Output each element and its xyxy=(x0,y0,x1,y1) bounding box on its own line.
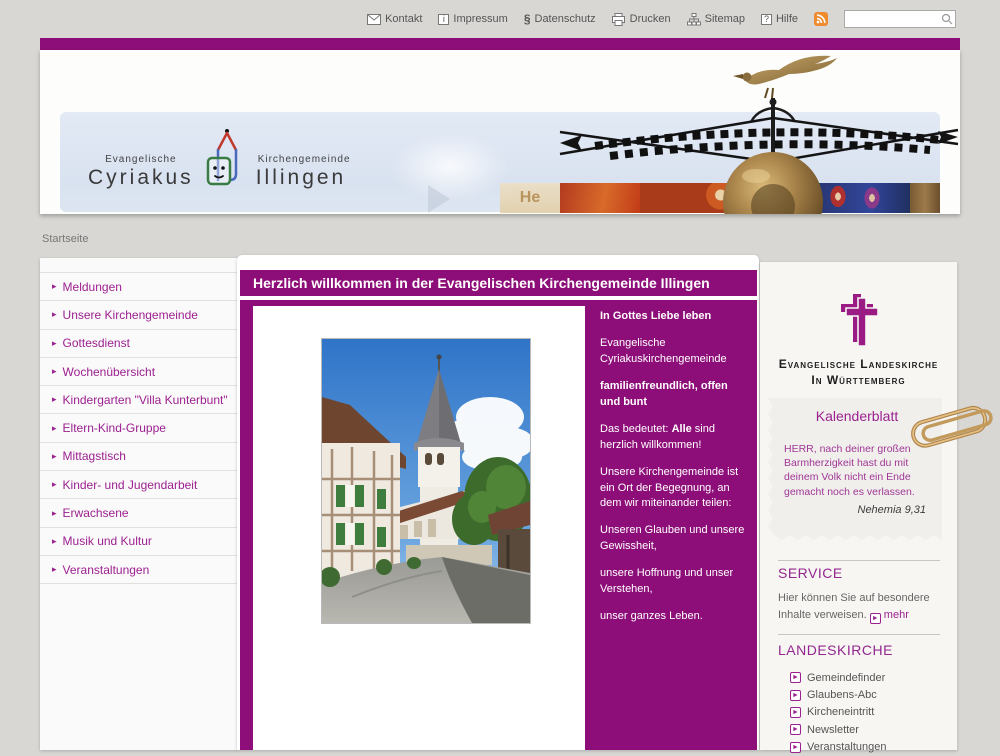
landeskirche-links: ►Gemeindefinder ►Glaubens-Abc ►Kirchenei… xyxy=(790,669,887,756)
play-icon: ► xyxy=(790,742,801,753)
logo-line-evangelische: Evangelische xyxy=(88,154,194,166)
triangle-bullet-icon: ▸ xyxy=(52,508,57,519)
rss-icon[interactable] xyxy=(814,12,828,26)
divider xyxy=(778,634,940,635)
welcome-text: In Gottes Liebe leben Evangelische Cyria… xyxy=(600,309,750,636)
landeskirche-logo[interactable]: Evangelische Landeskirche In Württemberg xyxy=(760,290,957,388)
logo-place-illingen: Illingen xyxy=(256,166,351,190)
welcome-p2: familienfreundlich, offen und bunt xyxy=(600,379,750,411)
main-content-card: Herzlich willkommen in der Evangelischen… xyxy=(237,255,759,750)
search-input[interactable] xyxy=(844,10,956,28)
sidebar-item-wochenuebersicht[interactable]: ▸Wochenübersicht xyxy=(40,358,238,386)
collage-chevron xyxy=(428,185,450,213)
left-sidebar: ▸Meldungen ▸Unsere Kirchengemeinde ▸Gott… xyxy=(40,258,238,750)
main-menu: ▸Meldungen ▸Unsere Kirchengemeinde ▸Gott… xyxy=(40,272,238,584)
sidebar-item-musik-und-kultur[interactable]: ▸Musik und Kultur xyxy=(40,528,238,556)
welcome-p7: unser ganzes Leben. xyxy=(600,609,750,625)
triangle-bullet-icon: ▸ xyxy=(52,309,57,320)
landeskirche-name: Evangelische Landeskirche In Württemberg xyxy=(760,357,957,388)
page-title: Herzlich willkommen in der Evangelischen… xyxy=(240,270,757,296)
datenschutz-label: Datenschutz xyxy=(535,13,596,25)
triangle-bullet-icon: ▸ xyxy=(52,281,57,292)
sidebar-item-gottesdienst[interactable]: ▸Gottesdienst xyxy=(40,330,238,358)
play-icon: ► xyxy=(790,690,801,701)
triangle-bullet-icon: ▸ xyxy=(52,423,57,434)
top-utility-bar: Kontakt i Impressum § Datenschutz Drucke… xyxy=(0,0,1000,38)
welcome-p4: Unsere Kirchengemeinde ist ein Ort der B… xyxy=(600,465,750,513)
welcome-p5: Unseren Glauben und unsere Gewissheit, xyxy=(600,523,750,555)
play-icon: ► xyxy=(790,707,801,718)
sidebar-item-eltern-kind-gruppe[interactable]: ▸Eltern-Kind-Gruppe xyxy=(40,414,238,442)
kalenderblatt-reference: Nehemia 9,31 xyxy=(784,504,930,516)
info-icon: i xyxy=(438,14,449,25)
header-accent-bar xyxy=(40,38,960,50)
photo-panel xyxy=(253,306,585,750)
service-title: SERVICE xyxy=(778,565,843,581)
paragraph-icon: § xyxy=(524,12,531,26)
sidebar-item-erwachsene[interactable]: ▸Erwachsene xyxy=(40,499,238,527)
sidebar-item-veranstaltungen[interactable]: ▸Veranstaltungen xyxy=(40,556,238,584)
link-gemeindefinder[interactable]: ►Gemeindefinder xyxy=(790,669,887,686)
sidebar-item-kindergarten[interactable]: ▸Kindergarten "Villa Kunterbunt" xyxy=(40,386,238,414)
kontakt-link[interactable]: Kontakt xyxy=(367,13,422,26)
link-glaubens-abc[interactable]: ►Glaubens-Abc xyxy=(790,686,887,703)
right-sidebar: Evangelische Landeskirche In Württemberg… xyxy=(760,262,957,750)
play-icon: ► xyxy=(790,672,801,683)
triangle-bullet-icon: ▸ xyxy=(52,536,57,547)
header-banner: He xyxy=(40,50,960,214)
triangle-bullet-icon: ▸ xyxy=(52,451,57,462)
triangle-bullet-icon: ▸ xyxy=(52,394,57,405)
service-mehr-link[interactable]: mehr xyxy=(884,609,909,621)
divider xyxy=(778,560,940,561)
play-icon: ► xyxy=(790,724,801,735)
triangle-bullet-icon: ▸ xyxy=(52,338,57,349)
logo-line-kirchengemeinde: Kirchengemeinde xyxy=(258,154,351,166)
sitemap-label: Sitemap xyxy=(705,13,745,25)
service-text: Hier können Sie auf besondere Inhalte ve… xyxy=(778,590,940,624)
sidebar-item-meldungen[interactable]: ▸Meldungen xyxy=(40,273,238,301)
landeskirche-cross-icon xyxy=(837,290,881,346)
sidebar-item-unsere-kirchengemeinde[interactable]: ▸Unsere Kirchengemeinde xyxy=(40,301,238,329)
church-drawing-icon xyxy=(206,128,244,190)
welcome-p1: Evangelische Cyriakuskirchengemeinde xyxy=(600,336,750,368)
drucken-link[interactable]: Drucken xyxy=(612,13,671,26)
sidebar-item-mittagstisch[interactable]: ▸Mittagstisch xyxy=(40,443,238,471)
sidebar-item-kinder-und-jugendarbeit[interactable]: ▸Kinder- und Jugendarbeit xyxy=(40,471,238,499)
link-veranstaltungen[interactable]: ►Veranstaltungen xyxy=(790,739,887,756)
hilfe-label: Hilfe xyxy=(776,13,798,25)
sitemap-link[interactable]: Sitemap xyxy=(687,13,745,26)
triangle-bullet-icon: ▸ xyxy=(52,564,57,575)
weathervane-image xyxy=(540,50,960,214)
envelope-icon xyxy=(367,13,381,26)
welcome-p3: Das bedeutet: Alle sind herzlich willkom… xyxy=(600,422,750,454)
datenschutz-link[interactable]: § Datenschutz xyxy=(524,12,596,26)
welcome-p6: unsere Hoffnung und unser Verstehen, xyxy=(600,566,750,598)
play-icon: ► xyxy=(870,613,881,624)
triangle-bullet-icon: ▸ xyxy=(52,479,57,490)
church-photo xyxy=(321,338,531,624)
search-box xyxy=(844,10,956,28)
printer-icon xyxy=(612,13,626,26)
paperclip-icon xyxy=(906,400,998,452)
parish-logo: Evangelische Cyriakus Kirchengemeinde Il… xyxy=(88,128,351,190)
impressum-label: Impressum xyxy=(453,13,507,25)
kalenderblatt-widget: Kalenderblatt HERR, nach deiner großen B… xyxy=(768,398,942,540)
link-kircheneintritt[interactable]: ►Kircheneintritt xyxy=(790,704,887,721)
link-newsletter[interactable]: ►Newsletter xyxy=(790,721,887,738)
sitemap-icon xyxy=(687,13,701,26)
search-icon[interactable] xyxy=(941,13,953,25)
logo-name-cyriakus: Cyriakus xyxy=(88,166,194,190)
drucken-label: Drucken xyxy=(630,13,671,25)
page: Kontakt i Impressum § Datenschutz Drucke… xyxy=(0,0,1000,750)
welcome-box: In Gottes Liebe leben Evangelische Cyria… xyxy=(240,300,757,750)
triangle-bullet-icon: ▸ xyxy=(52,366,57,377)
impressum-link[interactable]: i Impressum xyxy=(438,13,507,25)
question-icon: ? xyxy=(761,14,772,25)
kontakt-label: Kontakt xyxy=(385,13,422,25)
hilfe-link[interactable]: ? Hilfe xyxy=(761,13,798,25)
weathervane-bird xyxy=(733,56,837,98)
breadcrumb[interactable]: Startseite xyxy=(42,233,88,245)
welcome-lead: In Gottes Liebe leben xyxy=(600,309,750,325)
landeskirche-title: LANDESKIRCHE xyxy=(778,642,893,658)
